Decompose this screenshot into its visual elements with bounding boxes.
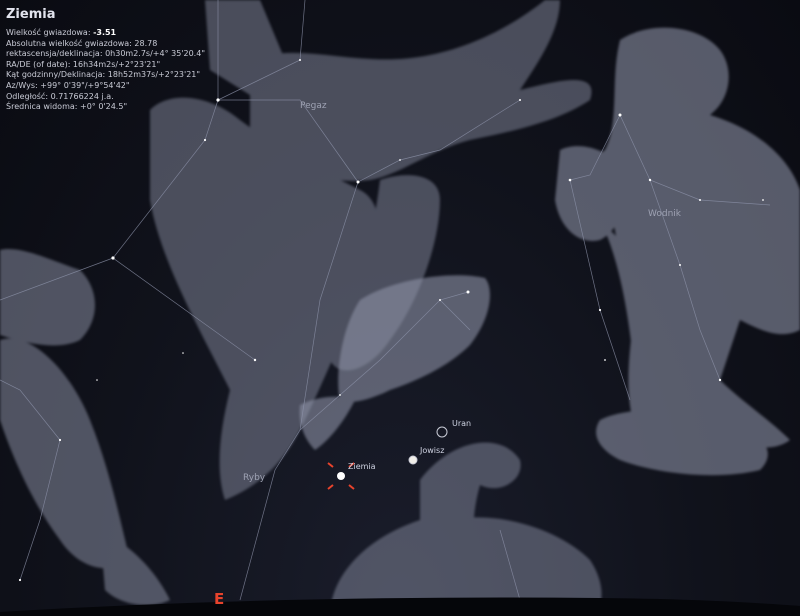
planet-label-uran[interactable]: Uran — [452, 419, 471, 428]
info-row: Kąt godzinny/Deklinacja: 18h52m37s/+2°23… — [6, 70, 201, 80]
planet-label-ziemia[interactable]: Ziemia — [348, 462, 376, 471]
info-row: Średnica widoma: +0° 0'24.5" — [6, 102, 128, 112]
info-row: Az/Wys: +99° 0'39"/+9°54'42" — [6, 80, 130, 90]
object-name: Ziemia — [6, 7, 56, 22]
info-row: rektascensja/deklinacja: 0h30m2.7s/+4° 3… — [6, 49, 205, 59]
planet-label-jowisz[interactable]: Jowisz — [420, 446, 444, 455]
aquarius-art — [555, 27, 800, 476]
fish-left-art — [0, 249, 170, 606]
compass-east-label: E — [214, 590, 225, 608]
info-row: Wielkość gwiazdowa: -3.51 — [6, 28, 117, 37]
uranus-marker — [436, 426, 448, 438]
info-row: Absolutna wielkość gwiazdowa: 28.78 — [6, 38, 158, 48]
sky-view[interactable]: Ziemia Wielkość gwiazdowa: -3.51 Absolut… — [0, 0, 800, 616]
info-row: RA/DE (of date): 16h34m2s/+2°23'21" — [6, 59, 161, 69]
constellation-label-pegaz[interactable]: Pegaz — [300, 101, 327, 111]
constellation-label-ryby[interactable]: Ryby — [243, 473, 265, 483]
jupiter-marker — [408, 455, 418, 465]
horizon — [0, 597, 800, 616]
object-info-panel: Ziemia Wielkość gwiazdowa: -3.51 Absolut… — [6, 6, 205, 113]
pegasus-art — [150, 0, 592, 500]
earth-marker — [337, 472, 345, 480]
info-row: Odległość: 0.71766224 j.a. — [6, 91, 114, 101]
constellation-label-wodnik[interactable]: Wodnik — [648, 209, 681, 219]
